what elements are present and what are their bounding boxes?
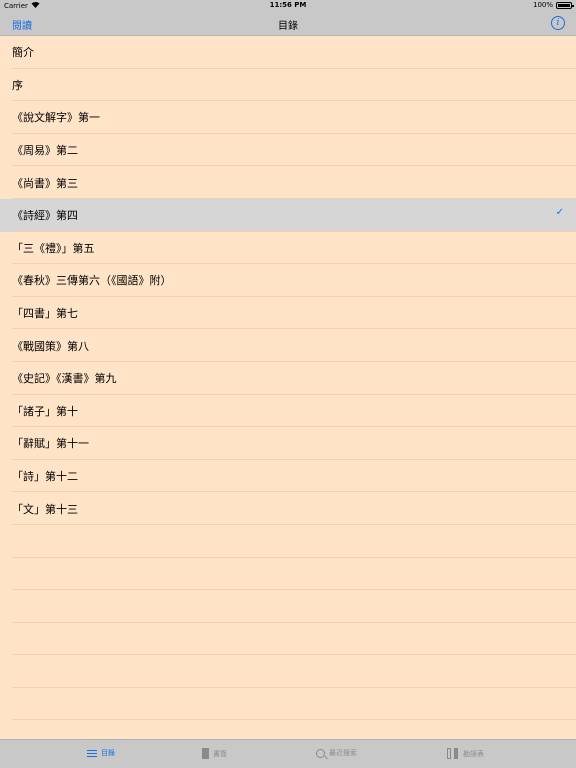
toc-row-label: 《周易》第二 (12, 144, 78, 158)
tab-bar: 目錄 書簽 最近搜索 勘誤表 (0, 739, 576, 768)
toc-row-label: 「詩」第十二 (12, 470, 78, 484)
toc-row-label: 《戰國策》第八 (12, 339, 89, 353)
empty-row (0, 688, 576, 721)
toc-row[interactable]: 《戰國策》第八 (0, 329, 576, 362)
info-icon[interactable]: i (551, 16, 565, 30)
toc-row-label: 序 (12, 78, 23, 92)
toc-row[interactable]: 「三《禮》」第五 (0, 232, 576, 265)
toc-row[interactable]: 「辭賦」第十一 (0, 427, 576, 460)
tab-recent-search[interactable]: 最近搜索 (316, 748, 357, 758)
toc-row-label: 「四書」第七 (12, 307, 78, 321)
tab-contents[interactable]: 目錄 (87, 748, 115, 758)
empty-row (0, 655, 576, 688)
toc-row-label: 《史記》《漢書》第九 (12, 372, 117, 386)
table-of-contents: 簡介 序 《說文解字》第一 《周易》第二 《尚書》第三 《詩經》第四 ✓ 「三《… (0, 36, 576, 721)
battery-info: 100% (532, 1, 574, 9)
tab-label: 最近搜索 (329, 749, 357, 757)
toc-row-selected[interactable]: 《詩經》第四 ✓ (0, 198, 576, 232)
toc-row-label: 「諸子」第十 (12, 404, 78, 418)
toc-row-label: 《說文解字》第一 (12, 111, 100, 125)
toc-row[interactable]: 「文」第十三 (0, 492, 576, 525)
empty-row (0, 525, 576, 558)
toc-row[interactable]: 序 (0, 69, 576, 102)
toc-row[interactable]: 《春秋》三傳第六（《國語》附） (0, 264, 576, 297)
toc-row-label: 簡介 (12, 46, 34, 60)
toc-row[interactable]: 《尚書》第三 (0, 166, 576, 199)
empty-row (0, 623, 576, 656)
toc-row[interactable]: 《周易》第二 (0, 134, 576, 167)
tab-label: 目錄 (101, 749, 115, 757)
tab-errata[interactable]: 勘誤表 (447, 748, 484, 759)
bookmark-icon (202, 748, 209, 759)
toc-row-label: 《詩經》第四 (12, 209, 78, 223)
toc-row-label: 《尚書》第三 (12, 176, 78, 190)
list-icon (87, 749, 97, 758)
compare-icon (447, 748, 459, 759)
toc-row-label: 「三《禮》」第五 (12, 241, 95, 255)
checkmark-icon: ✓ (555, 206, 564, 218)
toc-row[interactable]: 《史記》《漢書》第九 (0, 362, 576, 395)
toc-row[interactable]: 「詩」第十二 (0, 460, 576, 493)
toc-row-label: 「文」第十三 (12, 502, 78, 516)
status-bar: Carrier 11:56 PM 100% (0, 0, 576, 12)
toc-row[interactable]: 「四書」第七 (0, 297, 576, 330)
search-icon (316, 748, 325, 758)
tab-bookmarks[interactable]: 書簽 (202, 748, 227, 759)
toc-row[interactable]: 簡介 (0, 36, 576, 69)
page-title: 目錄 (278, 21, 298, 32)
battery-percent: 100% (532, 1, 553, 9)
toc-row-label: 「辭賦」第十一 (12, 437, 89, 451)
battery-icon (556, 1, 574, 9)
tab-label: 勘誤表 (463, 749, 484, 758)
empty-row (0, 590, 576, 623)
toc-row[interactable]: 《說文解字》第一 (0, 101, 576, 134)
navigation-bar: 閱讀 目錄 i (0, 12, 576, 36)
tab-label: 書簽 (213, 749, 227, 758)
status-time: 11:56 PM (269, 1, 307, 9)
toc-row[interactable]: 「諸子」第十 (0, 395, 576, 428)
toc-row-label: 《春秋》三傳第六（《國語》附） (12, 274, 172, 288)
empty-row (0, 558, 576, 591)
